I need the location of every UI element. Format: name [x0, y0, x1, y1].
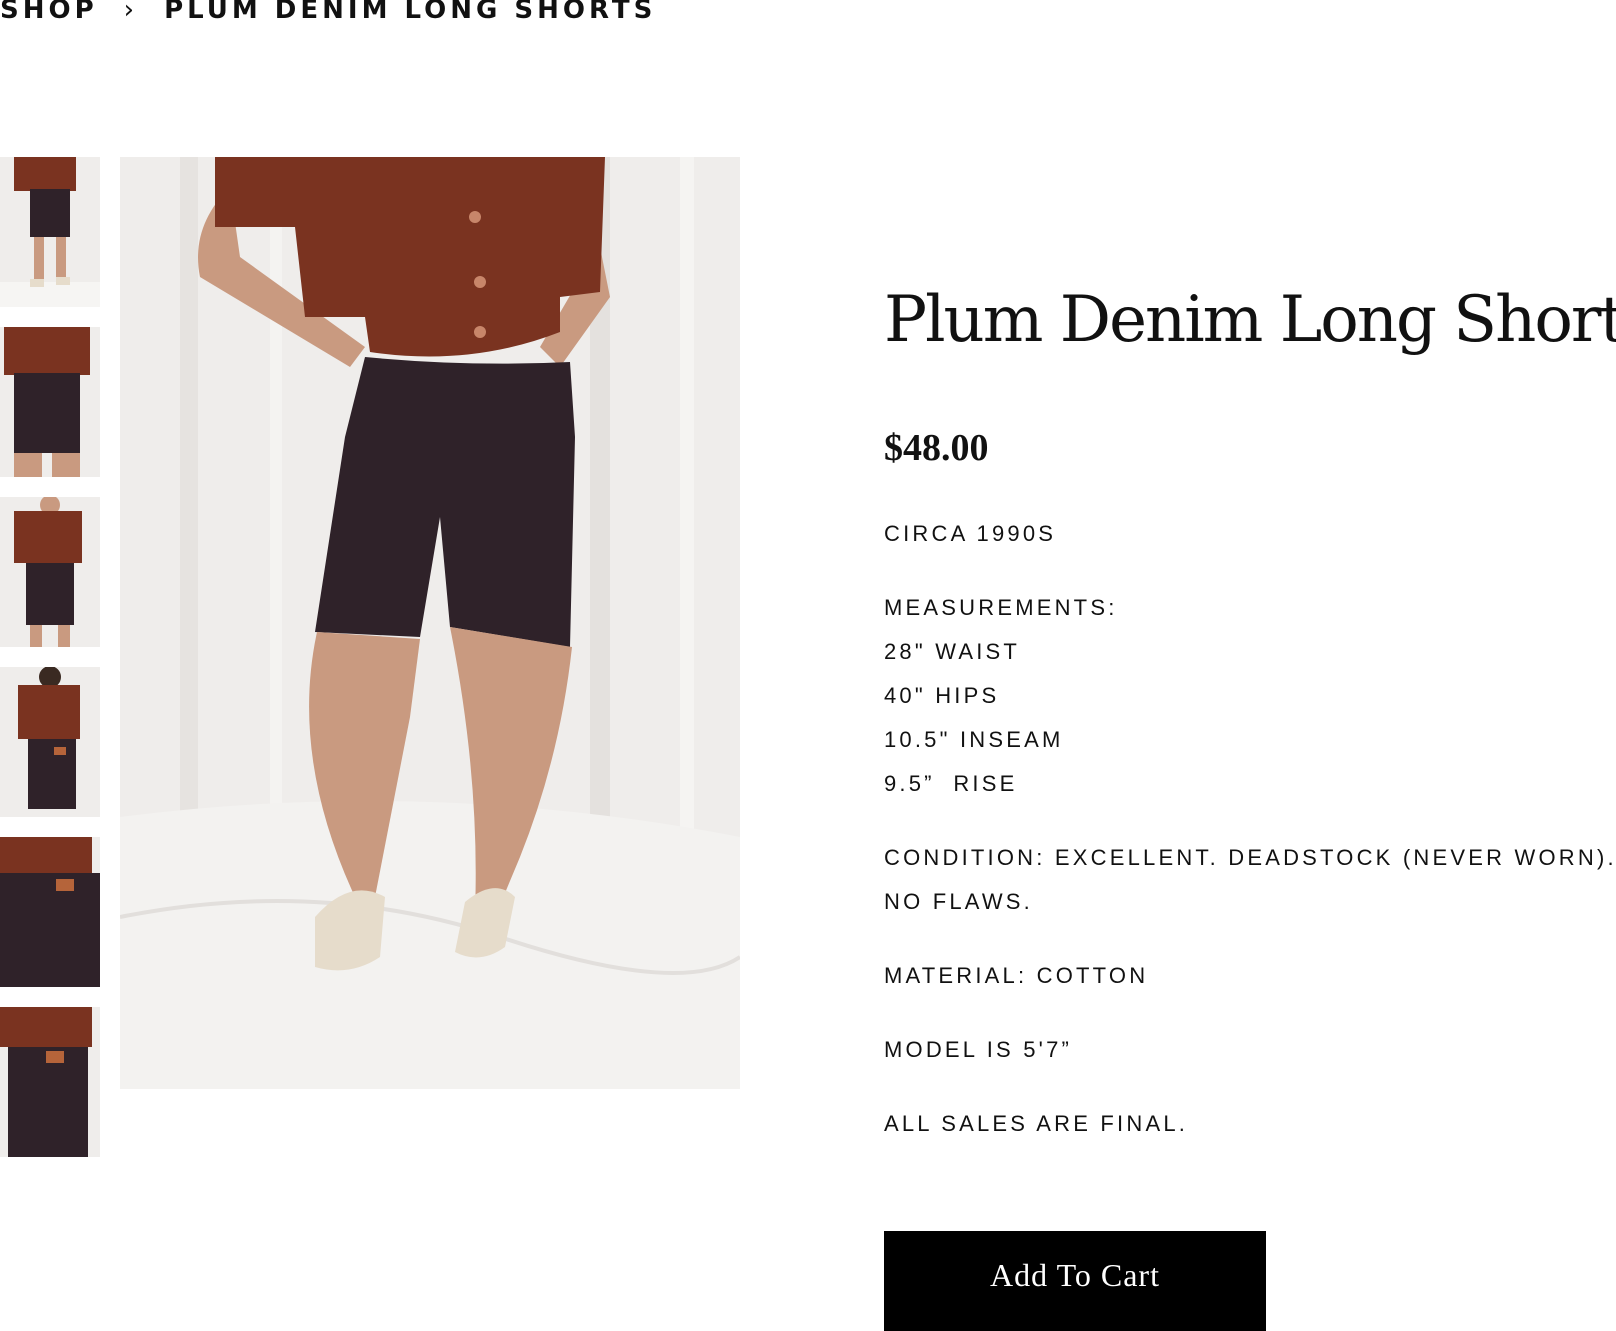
thumbnail-2-image — [0, 327, 100, 477]
thumbnail-2[interactable] — [0, 327, 100, 477]
thumbnail-gallery — [0, 157, 100, 1177]
main-product-image[interactable] — [120, 157, 740, 1089]
main-product-photo — [120, 157, 740, 1089]
thumbnail-6[interactable] — [0, 1007, 100, 1157]
thumbnail-1[interactable] — [0, 157, 100, 307]
sales-note: ALL SALES ARE FINAL. — [884, 1111, 1189, 1136]
product-description: CIRCA 1990S MEASUREMENTS: 28" WAIST 40" … — [884, 512, 1616, 1146]
thumbnail-3[interactable] — [0, 497, 100, 647]
measurement-rise: 9.5” RISE — [884, 771, 1018, 796]
breadcrumb-shop-link[interactable]: SHOP — [0, 0, 98, 25]
breadcrumb-current: PLUM DENIM LONG SHORTS — [164, 0, 657, 25]
thumbnail-6-image — [0, 1007, 100, 1157]
product-price: $48.00 — [884, 427, 989, 469]
thumbnail-4[interactable] — [0, 667, 100, 817]
measurements-heading: MEASUREMENTS: — [884, 595, 1118, 620]
product-info: Plum Denim Long Shorts $48.00 CIRCA 1990… — [884, 270, 1616, 1176]
measurements-block: MEASUREMENTS: 28" WAIST 40" HIPS 10.5" I… — [884, 586, 1616, 806]
measurement-inseam: 10.5" INSEAM — [884, 727, 1064, 752]
thumbnail-1-image — [0, 157, 100, 307]
measurement-waist: 28" WAIST — [884, 639, 1021, 664]
thumbnail-4-image — [0, 667, 100, 817]
thumbnail-3-image — [0, 497, 100, 647]
era-text: CIRCA 1990S — [884, 521, 1057, 546]
thumbnail-5[interactable] — [0, 837, 100, 987]
breadcrumb: SHOP › PLUM DENIM LONG SHORTS — [0, 0, 656, 28]
breadcrumb-separator-icon: › — [123, 0, 139, 25]
model-text: MODEL IS 5'7” — [884, 1037, 1073, 1062]
measurement-hips: 40" HIPS — [884, 683, 1000, 708]
product-title: Plum Denim Long Shorts — [884, 283, 1616, 357]
thumbnail-5-image — [0, 837, 100, 987]
material-text: MATERIAL: COTTON — [884, 963, 1149, 988]
add-to-cart-button[interactable]: Add To Cart — [884, 1231, 1266, 1331]
condition-text: CONDITION: EXCELLENT. DEADSTOCK (NEVER W… — [884, 845, 1616, 914]
